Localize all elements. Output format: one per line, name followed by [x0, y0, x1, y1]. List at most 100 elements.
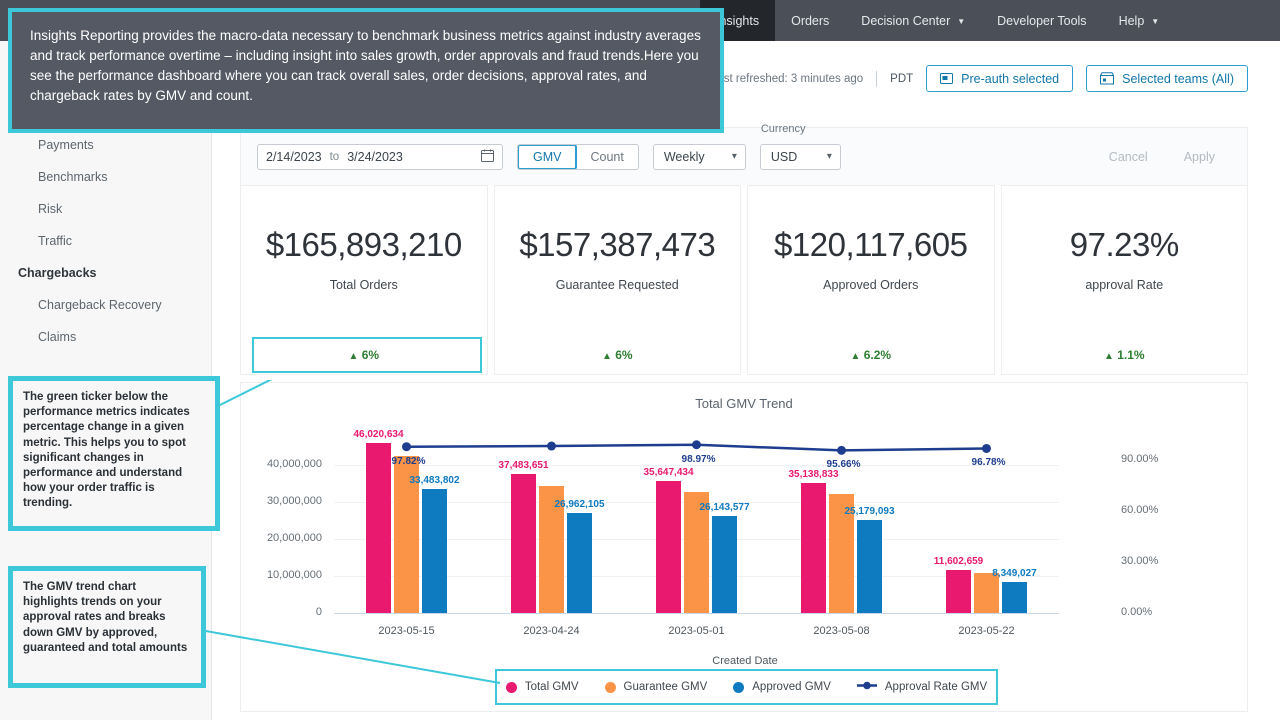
last-refreshed-text: Last refreshed: 3 minutes ago: [711, 73, 863, 85]
chart-line-label: 97.82%: [392, 456, 426, 467]
metric-toggle-gmv[interactable]: GMV: [517, 144, 577, 170]
nav-item-decision-center[interactable]: Decision Center ▼: [845, 0, 981, 41]
metric-toggle-group: GMV Count: [517, 144, 639, 170]
legend-dot-icon: [733, 682, 744, 693]
kpi-delta-value: 6%: [615, 348, 632, 362]
metric-toggle-label: GMV: [533, 150, 561, 164]
chart-plot-area: 010,000,00020,000,00030,000,00040,000,00…: [241, 425, 1249, 645]
currency-label: Currency: [761, 123, 806, 135]
insights-tooltip-overlay: Insights Reporting provides the macro-da…: [8, 8, 724, 133]
selected-teams-button[interactable]: Selected teams (All): [1086, 65, 1248, 92]
chevron-down-icon: ▾: [827, 151, 832, 162]
date-range-separator: to: [330, 151, 340, 163]
nav-item-label: Developer Tools: [997, 14, 1086, 28]
annotation-text: The GMV trend chart highlights trends on…: [23, 581, 187, 654]
pre-auth-selected-button[interactable]: Pre-auth selected: [926, 65, 1073, 92]
filter-bar: 2/14/2023 to 3/24/2023 GMV Count Weekly …: [240, 127, 1248, 185]
selected-teams-label: Selected teams (All): [1122, 72, 1234, 86]
metric-toggle-count[interactable]: Count: [576, 145, 637, 169]
x-axis-title: Created Date: [241, 655, 1249, 667]
chart-line-label: 96.78%: [972, 457, 1006, 468]
kpi-card-approved-orders[interactable]: $120,117,605 Approved Orders ▲ 6.2%: [747, 185, 995, 375]
kpi-delta-value: 6.2%: [864, 348, 891, 362]
chevron-down-icon: ▾: [732, 151, 737, 162]
apply-button[interactable]: Apply: [1184, 150, 1215, 164]
sidebar-group-chargebacks[interactable]: Chargebacks: [0, 257, 211, 289]
chart-title: Total GMV Trend: [241, 383, 1247, 411]
sidebar-item-label: Chargeback Recovery: [38, 298, 162, 312]
kpi-value: 97.23%: [1070, 226, 1179, 264]
sidebar-item-label: Traffic: [38, 234, 72, 248]
kpi-card-approval-rate[interactable]: 97.23% approval Rate ▲ 1.1%: [1001, 185, 1249, 375]
kpi-label: approval Rate: [1085, 278, 1163, 292]
nav-item-label: Decision Center: [861, 14, 950, 28]
nav-item-developer-tools[interactable]: Developer Tools: [981, 0, 1102, 41]
annotation-callout-chart: The GMV trend chart highlights trends on…: [8, 566, 206, 688]
kpi-delta: ▲ 6%: [495, 348, 741, 362]
gmv-trend-chart-panel: Total GMV Trend 010,000,00020,000,00030,…: [240, 382, 1248, 712]
highlight-box-kpi-delta: [252, 337, 482, 373]
sidebar-item-traffic[interactable]: Traffic: [0, 225, 211, 257]
granularity-value: Weekly: [664, 150, 705, 164]
currency-select[interactable]: USD ▾: [760, 144, 841, 170]
kpi-delta: ▲ 1.1%: [1002, 348, 1248, 362]
trend-up-icon: ▲: [850, 351, 860, 362]
currency-select-wrapper: Currency USD ▾: [760, 144, 841, 170]
sidebar-item-label: Benchmarks: [38, 170, 107, 184]
legend-line-marker-icon: [857, 680, 877, 694]
date-end-value: 3/24/2023: [347, 150, 403, 164]
chart-line-label: 98.97%: [682, 454, 716, 465]
kpi-value: $157,387,473: [519, 226, 715, 264]
kpi-label: Approved Orders: [823, 278, 918, 292]
sidebar-item-claims[interactable]: Claims: [0, 321, 211, 353]
legend-dot-icon: [605, 682, 616, 693]
chevron-down-icon: ▼: [957, 18, 965, 26]
kpi-delta: ▲ 6.2%: [748, 348, 994, 362]
nav-item-orders[interactable]: Orders: [775, 0, 845, 41]
legend-label: Total GMV: [525, 681, 579, 693]
nav-item-label: Help: [1119, 14, 1145, 28]
legend-item[interactable]: Approved GMV: [733, 681, 831, 693]
legend-label: Approved GMV: [752, 681, 831, 693]
granularity-select[interactable]: Weekly ▾: [653, 144, 746, 170]
nav-item-help[interactable]: Help ▼: [1103, 0, 1176, 41]
sidebar-item-label: Risk: [38, 202, 62, 216]
legend-item[interactable]: Guarantee GMV: [605, 681, 708, 693]
kpi-label: Guarantee Requested: [556, 278, 679, 292]
sidebar-item-risk[interactable]: Risk: [0, 193, 211, 225]
kpi-value: $120,117,605: [774, 226, 967, 264]
timezone-label: PDT: [890, 73, 913, 85]
sidebar-group-label: Chargebacks: [18, 266, 97, 280]
chart-legend: Total GMV Guarantee GMV Approved GMV Approv…: [495, 669, 998, 705]
metric-toggle-label: Count: [590, 150, 623, 164]
pre-auth-label: Pre-auth selected: [961, 72, 1059, 86]
trend-up-icon: ▲: [1104, 351, 1114, 362]
store-icon: [1100, 72, 1114, 85]
date-start-value: 2/14/2023: [266, 150, 322, 164]
annotation-text: The green ticker below the performance m…: [23, 391, 190, 509]
kpi-card-guarantee-requested[interactable]: $157,387,473 Guarantee Requested ▲ 6%: [494, 185, 742, 375]
kpi-label: Total Orders: [330, 278, 398, 292]
nav-item-label: Orders: [791, 14, 829, 28]
legend-dot-icon: [506, 682, 517, 693]
legend-label: Approval Rate GMV: [885, 681, 987, 693]
calendar-icon[interactable]: [481, 149, 494, 165]
chart-line-label: 95.66%: [827, 459, 861, 470]
sidebar-item-payments[interactable]: Payments: [0, 129, 211, 161]
cancel-button[interactable]: Cancel: [1109, 150, 1148, 164]
sidebar-item-chargeback-recovery[interactable]: Chargeback Recovery: [0, 289, 211, 321]
chevron-down-icon: ▼: [1151, 18, 1159, 26]
card-icon: [940, 72, 953, 85]
kpi-value: $165,893,210: [266, 226, 462, 264]
legend-label: Guarantee GMV: [624, 681, 708, 693]
toolbar-divider: [876, 71, 877, 87]
sidebar-item-benchmarks[interactable]: Benchmarks: [0, 161, 211, 193]
legend-item[interactable]: Approval Rate GMV: [857, 680, 987, 694]
kpi-delta-value: 1.1%: [1117, 348, 1144, 362]
sidebar-item-label: Claims: [38, 330, 76, 344]
date-range-input[interactable]: 2/14/2023 to 3/24/2023: [257, 144, 503, 170]
tooltip-text: Insights Reporting provides the macro-da…: [30, 28, 701, 103]
currency-value: USD: [771, 150, 797, 164]
trend-up-icon: ▲: [602, 351, 612, 362]
legend-item[interactable]: Total GMV: [506, 681, 579, 693]
